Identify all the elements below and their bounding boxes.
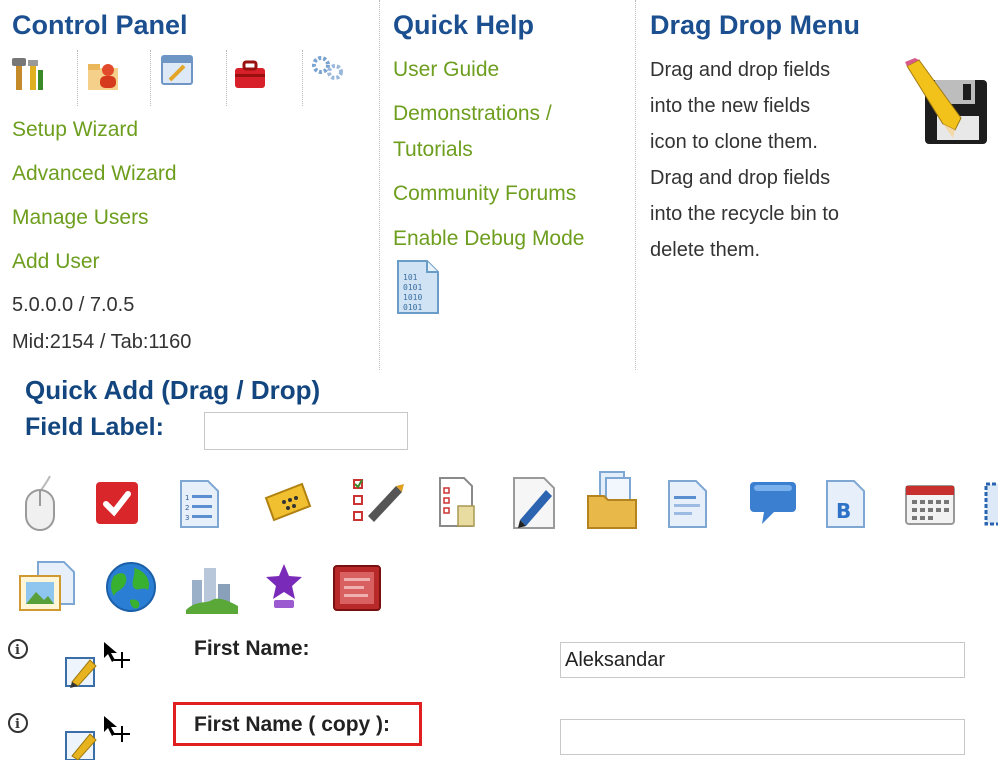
settings-window-icon[interactable] <box>160 54 194 88</box>
star-icon[interactable] <box>264 560 304 610</box>
move-handle-icon[interactable] <box>102 640 132 668</box>
version-text: 5.0.0.0 / 7.0.5 <box>12 294 135 316</box>
save-pencil-icon[interactable] <box>903 58 995 148</box>
svg-text:1010: 1010 <box>403 293 422 302</box>
user-folder-icon[interactable] <box>86 56 120 92</box>
numbered-list-icon[interactable]: 1 2 3 <box>178 478 222 530</box>
demonstrations-link[interactable]: Demonstrations / <box>393 102 552 126</box>
svg-text:i: i <box>15 717 20 732</box>
first-name-input[interactable] <box>560 642 965 678</box>
info-icon[interactable]: i <box>7 638 29 660</box>
community-forums-link[interactable]: Community Forums <box>393 182 576 206</box>
user-guide-link[interactable]: User Guide <box>393 58 499 82</box>
svg-text:i: i <box>15 643 20 658</box>
bold-text-icon[interactable]: B <box>824 478 868 530</box>
field-label-caption: Field Label: <box>25 413 164 441</box>
ticket-icon[interactable] <box>262 480 314 526</box>
advanced-wizard-link[interactable]: Advanced Wizard <box>12 162 177 186</box>
svg-text:3: 3 <box>185 514 189 522</box>
column-divider-2 <box>635 0 636 370</box>
move-handle-icon[interactable] <box>102 714 132 742</box>
control-panel-title: Control Panel <box>12 10 188 40</box>
tools-icon[interactable] <box>12 56 46 92</box>
frame-icon[interactable] <box>984 482 998 526</box>
svg-text:1: 1 <box>185 494 189 502</box>
edit-pencil-icon[interactable] <box>510 474 560 532</box>
svg-text:0101: 0101 <box>403 283 422 292</box>
svg-text:B: B <box>836 499 851 523</box>
screen-icon[interactable] <box>332 564 382 612</box>
add-user-link[interactable]: Add User <box>12 250 100 274</box>
checkbox-icon[interactable] <box>94 480 140 526</box>
instruction-line: Drag and drop fields <box>650 59 831 81</box>
tutorials-link[interactable]: Tutorials <box>393 138 473 162</box>
gears-icon[interactable] <box>310 54 346 84</box>
globe-icon[interactable] <box>104 560 158 614</box>
binary-file-icon[interactable]: 101 0101 1010 0101 <box>395 258 441 316</box>
setup-wizard-link[interactable]: Setup Wizard <box>12 118 138 142</box>
first-name-label: First Name: <box>194 637 310 660</box>
edit-field-icon[interactable] <box>64 722 100 760</box>
enable-debug-mode-link[interactable]: Enable Debug Mode <box>393 227 584 251</box>
quick-add-title: Quick Add (Drag / Drop) <box>25 375 321 405</box>
instruction-line: into the recycle bin to <box>650 203 839 225</box>
column-divider <box>379 0 380 370</box>
field-label-input[interactable] <box>204 412 408 450</box>
toolbox-icon[interactable] <box>233 56 269 92</box>
quick-help-title: Quick Help <box>393 10 535 40</box>
checklist-icon[interactable] <box>346 476 404 530</box>
first-name-copy-label: First Name ( copy ): <box>194 713 391 736</box>
svg-text:101: 101 <box>403 273 418 282</box>
svg-text:0101: 0101 <box>403 303 422 312</box>
edit-field-icon[interactable] <box>64 648 100 688</box>
drag-drop-menu-title: Drag Drop Menu <box>650 10 861 40</box>
text-document-icon[interactable] <box>666 478 710 530</box>
instruction-line: delete them. <box>650 239 761 261</box>
first-name-copy-input[interactable] <box>560 719 965 755</box>
info-icon[interactable]: i <box>7 712 29 734</box>
city-icon[interactable] <box>186 560 238 614</box>
manage-users-link[interactable]: Manage Users <box>12 206 149 230</box>
svg-text:2: 2 <box>185 504 189 512</box>
speech-bubble-icon[interactable] <box>748 478 800 526</box>
mouse-icon[interactable] <box>20 474 60 532</box>
calendar-icon[interactable] <box>904 480 956 526</box>
instruction-line: into the new fields <box>650 95 811 117</box>
instruction-line: icon to clone them. <box>650 131 818 153</box>
image-file-icon[interactable] <box>18 560 80 614</box>
document-checklist-icon[interactable] <box>430 474 482 532</box>
module-tab-ids: Mid:2154 / Tab:1160 <box>12 331 192 353</box>
instruction-line: Drag and drop fields <box>650 167 831 189</box>
folder-files-icon[interactable] <box>586 470 640 532</box>
